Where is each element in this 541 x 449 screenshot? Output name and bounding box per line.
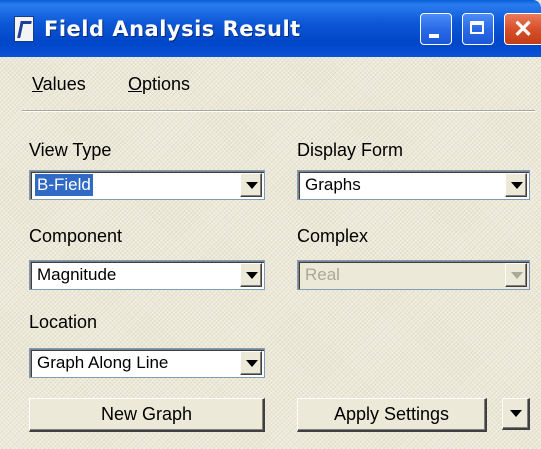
complex-label: Complex bbox=[297, 226, 369, 246]
location-select[interactable]: Graph Along Line bbox=[29, 348, 265, 378]
view-type-value: B-Field bbox=[35, 174, 93, 196]
dropdown-arrow-icon[interactable] bbox=[502, 398, 530, 430]
display-form-value: Graphs bbox=[305, 175, 361, 194]
component-select[interactable]: Magnitude bbox=[29, 260, 265, 290]
complex-select: Real bbox=[297, 260, 530, 290]
menu-options-accesskey: O bbox=[128, 74, 143, 94]
title-bar[interactable]: Field Analysis Result ✕ bbox=[0, 0, 541, 57]
menu-separator bbox=[22, 110, 535, 112]
component-label: Component bbox=[29, 226, 123, 246]
chevron-down-icon[interactable] bbox=[240, 351, 262, 375]
component-value: Magnitude bbox=[37, 265, 117, 284]
menu-options[interactable]: Options bbox=[128, 70, 190, 98]
location-label: Location bbox=[29, 312, 98, 332]
field-analysis-window: Field Analysis Result ✕ Values Options V… bbox=[0, 0, 541, 449]
menu-values-label: alues bbox=[42, 74, 86, 94]
maximize-icon[interactable] bbox=[462, 13, 494, 45]
location-value: Graph Along Line bbox=[37, 353, 169, 372]
view-type-select[interactable]: B-Field bbox=[29, 170, 265, 200]
apply-settings-button[interactable]: Apply Settings bbox=[297, 398, 487, 432]
display-form-select[interactable]: Graphs bbox=[297, 170, 530, 200]
app-icon[interactable] bbox=[14, 16, 34, 42]
close-icon: ✕ bbox=[513, 16, 534, 43]
chevron-down-icon[interactable] bbox=[505, 173, 527, 197]
chevron-down-icon[interactable] bbox=[240, 263, 262, 287]
menu-options-label: ptions bbox=[142, 74, 191, 94]
menu-values[interactable]: Values bbox=[32, 70, 86, 98]
view-type-label: View Type bbox=[29, 140, 112, 160]
complex-value: Real bbox=[305, 265, 340, 284]
window-title: Field Analysis Result bbox=[44, 17, 301, 41]
menu-bar: Values Options bbox=[0, 66, 541, 102]
close-button[interactable]: ✕ bbox=[504, 13, 541, 45]
chevron-down-icon[interactable] bbox=[240, 173, 262, 197]
menu-values-accesskey: V bbox=[32, 74, 43, 94]
chevron-down-icon bbox=[505, 263, 527, 287]
new-graph-button[interactable]: New Graph bbox=[29, 398, 265, 432]
display-form-label: Display Form bbox=[297, 140, 404, 160]
minimize-icon[interactable] bbox=[420, 13, 452, 45]
